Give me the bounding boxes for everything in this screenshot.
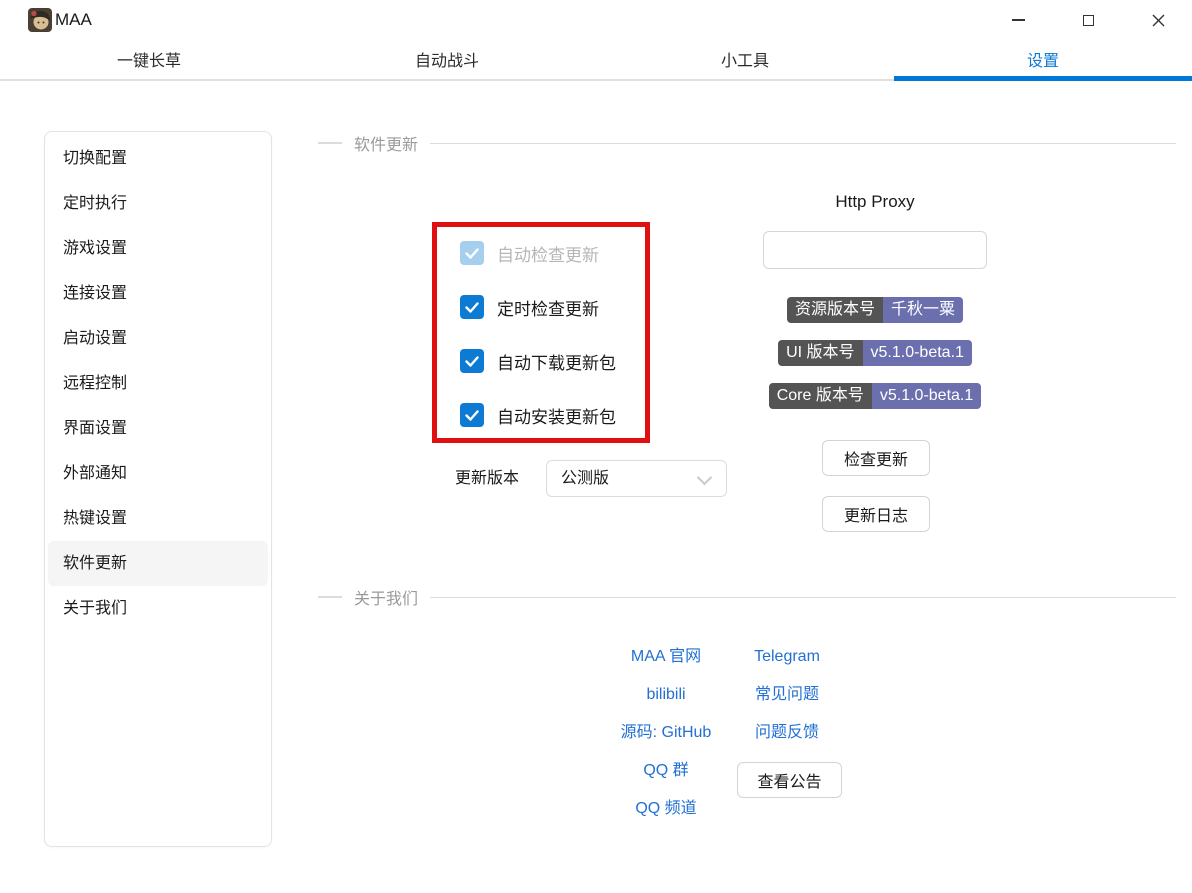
update-channel-label: 更新版本	[455, 470, 520, 487]
minimize-button[interactable]	[995, 0, 1041, 40]
chevron-down-icon	[696, 469, 713, 486]
checkbox-checked-icon	[460, 349, 484, 373]
update-channel-value: 公测版	[561, 470, 610, 487]
http-proxy-label: Http Proxy	[835, 192, 915, 211]
section-title: 软件更新	[354, 137, 419, 154]
tab-tools[interactable]: 小工具	[596, 40, 894, 77]
link-feedback[interactable]: 问题反馈	[687, 723, 887, 743]
close-icon	[1152, 14, 1164, 26]
tab-farming[interactable]: 一键长草	[0, 40, 298, 77]
checkbox-auto-check-update[interactable]: 自动检查更新	[460, 241, 599, 265]
badge-value: 千秋一粟	[883, 297, 964, 323]
checkbox-auto-install-package[interactable]: 自动安装更新包	[460, 403, 616, 427]
checkbox-scheduled-check-update[interactable]: 定时检查更新	[460, 295, 599, 319]
ui-version-badge: UI 版本号 v5.1.0-beta.1	[778, 340, 972, 366]
maximize-button[interactable]	[1065, 0, 1111, 40]
check-update-button[interactable]: 检查更新	[822, 440, 930, 476]
checkbox-label: 自动安装更新包	[497, 407, 616, 427]
sidebar-item-external-notification[interactable]: 外部通知	[48, 451, 268, 496]
checkbox-label: 自动下载更新包	[497, 353, 616, 373]
sidebar-item-switch-config[interactable]: 切换配置	[48, 136, 268, 181]
checkbox-checked-disabled-icon	[460, 241, 484, 265]
link-qq-channel[interactable]: QQ 频道	[566, 799, 766, 819]
sidebar-item-software-update[interactable]: 软件更新	[48, 541, 268, 586]
version-badges: 资源版本号 千秋一粟 UI 版本号 v5.1.0-beta.1 Core 版本号…	[745, 297, 1005, 409]
badge-key: 资源版本号	[786, 297, 883, 323]
app-logo-icon	[28, 8, 52, 32]
active-tab-underline	[894, 76, 1192, 81]
sidebar-item-game-settings[interactable]: 游戏设置	[48, 226, 268, 271]
maximize-icon	[1082, 14, 1094, 26]
checkbox-label: 自动检查更新	[497, 245, 599, 265]
sidebar-item-connection-settings[interactable]: 连接设置	[48, 271, 268, 316]
sidebar-item-remote-control[interactable]: 远程控制	[48, 361, 268, 406]
badge-value: v5.1.0-beta.1	[871, 383, 982, 409]
link-faq[interactable]: 常见问题	[687, 685, 887, 705]
tab-auto-battle[interactable]: 自动战斗	[298, 40, 596, 77]
resource-version-badge: 资源版本号 千秋一粟	[786, 297, 964, 323]
app-window: MAA 一键长草 自动战斗 小工具 设置 切换配置 定时执行 游戏设置 连接设置…	[0, 0, 1192, 893]
view-announcement-button[interactable]: 查看公告	[737, 762, 842, 798]
sidebar-item-ui-settings[interactable]: 界面设置	[48, 406, 268, 451]
section-header-about-us: 关于我们	[318, 587, 1176, 608]
title-bar: MAA	[0, 0, 1192, 40]
sidebar-item-startup-settings[interactable]: 启动设置	[48, 316, 268, 361]
checkbox-auto-download-package[interactable]: 自动下载更新包	[460, 349, 616, 373]
sidebar-item-scheduled-tasks[interactable]: 定时执行	[48, 181, 268, 226]
badge-value: v5.1.0-beta.1	[862, 340, 972, 366]
main-tab-bar: 一键长草 自动战斗 小工具 设置	[0, 40, 1192, 81]
badge-key: UI 版本号	[778, 340, 863, 366]
settings-sidebar: 切换配置 定时执行 游戏设置 连接设置 启动设置 远程控制 界面设置 外部通知 …	[44, 131, 272, 847]
changelog-button[interactable]: 更新日志	[822, 496, 930, 532]
header-rule	[430, 596, 1176, 598]
minimize-icon	[1011, 19, 1025, 21]
checkbox-checked-icon	[460, 403, 484, 427]
checkbox-label: 定时检查更新	[497, 299, 599, 319]
section-title: 关于我们	[354, 591, 419, 608]
header-dash	[318, 596, 342, 598]
http-proxy-input[interactable]	[763, 231, 987, 269]
tab-settings[interactable]: 设置	[894, 40, 1192, 77]
link-telegram[interactable]: Telegram	[687, 647, 887, 667]
header-dash	[318, 142, 342, 144]
header-rule	[430, 142, 1176, 144]
update-channel-select[interactable]: 公测版	[546, 460, 727, 497]
close-button[interactable]	[1135, 0, 1181, 40]
sidebar-item-hotkey-settings[interactable]: 热键设置	[48, 496, 268, 541]
badge-key: Core 版本号	[768, 383, 872, 409]
link-qq-group[interactable]: QQ 群	[566, 761, 766, 781]
sidebar-item-about-us[interactable]: 关于我们	[48, 586, 268, 631]
section-header-software-update: 软件更新	[318, 133, 1176, 154]
checkbox-checked-icon	[460, 295, 484, 319]
window-title: MAA	[55, 10, 92, 29]
core-version-badge: Core 版本号 v5.1.0-beta.1	[768, 383, 982, 409]
